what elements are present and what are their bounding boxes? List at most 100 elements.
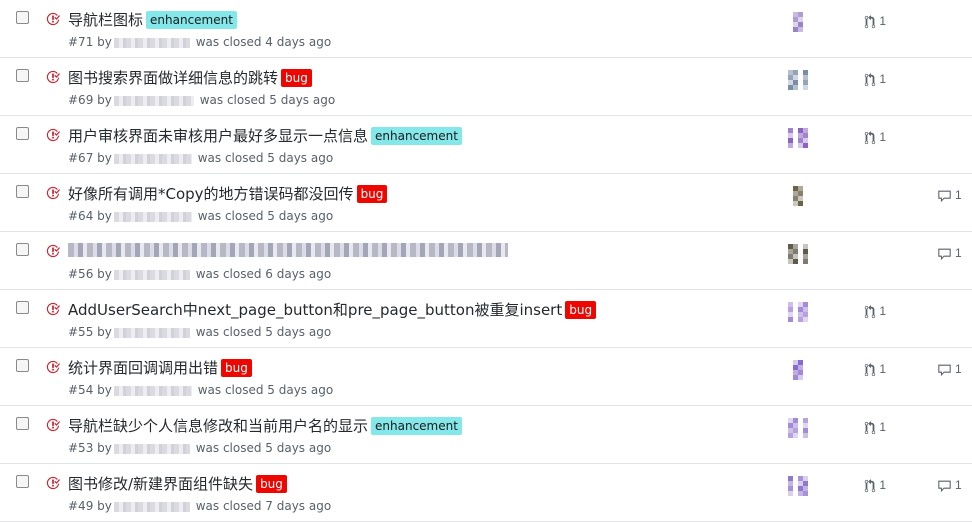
assignee-avatar[interactable] [788, 186, 810, 208]
issue-number[interactable]: #69 [68, 93, 93, 107]
closed-status: was closed 6 days ago [195, 267, 332, 281]
issue-number[interactable]: #49 [68, 499, 93, 513]
by-text: by [97, 151, 112, 165]
issue-title[interactable]: 图书搜索界面做详细信息的跳转 [68, 69, 278, 87]
issue-title[interactable]: 导航栏缺少个人信息修改和当前用户名的显示 [68, 417, 368, 435]
linked-pr[interactable]: 1 [864, 478, 886, 493]
assignee-avatar[interactable] [788, 360, 810, 382]
issue-number[interactable]: #71 [68, 35, 93, 49]
select-checkbox[interactable] [16, 185, 29, 198]
label-bug[interactable]: bug [221, 358, 252, 377]
closed-status: was closed 5 days ago [199, 93, 336, 107]
issue-row[interactable]: 图书搜索界面做详细信息的跳转 bug #69 by was closed 5 da… [0, 58, 972, 116]
issue-title[interactable]: 导航栏图标 [68, 11, 143, 29]
issue-row[interactable]: AddUserSearch中next_page_button和pre_page_… [0, 290, 972, 348]
issue-title-line: 用户审核界面未审核用户最好多显示一点信息 enhancement [68, 125, 462, 146]
issue-title[interactable]: AddUserSearch中next_page_button和pre_page_… [68, 301, 562, 319]
issue-number[interactable]: #53 [68, 441, 93, 455]
issue-number[interactable]: #55 [68, 325, 93, 339]
label-bug[interactable]: bug [256, 474, 287, 493]
issue-title-line: 图书搜索界面做详细信息的跳转 bug [68, 67, 312, 88]
issue-title[interactable]: 图书修改/新建界面组件缺失 [68, 475, 253, 493]
comment-count: 1 [955, 478, 962, 492]
comment-count: 1 [955, 188, 962, 202]
redacted-author[interactable] [113, 269, 190, 280]
issue-meta: #69 by was closed 5 days ago [68, 93, 335, 107]
issue-closed-icon [46, 244, 60, 258]
label-bug[interactable]: bug [356, 184, 388, 203]
redacted-author[interactable] [113, 153, 192, 164]
closed-status: was closed 5 days ago [197, 151, 334, 165]
issue-closed-icon [46, 360, 60, 374]
linked-pr[interactable]: 1 [864, 14, 886, 29]
redacted-author[interactable] [113, 37, 190, 48]
select-checkbox[interactable] [16, 69, 29, 82]
redacted-author[interactable] [113, 95, 194, 106]
issue-number[interactable]: #64 [68, 209, 93, 223]
select-checkbox[interactable] [16, 11, 29, 24]
issue-title[interactable]: 好像所有调用*Copy的地方错误码都没回传 [68, 185, 354, 203]
issue-meta: #71 by was closed 4 days ago [68, 35, 331, 49]
assignee-avatar[interactable] [788, 476, 810, 498]
assignee-avatar[interactable] [788, 418, 810, 440]
comments-link[interactable]: 1 [937, 188, 962, 203]
redacted-author[interactable] [113, 385, 192, 396]
label-enhancement[interactable]: enhancement [371, 416, 462, 435]
comment-icon [937, 362, 955, 376]
select-checkbox[interactable] [16, 417, 29, 430]
issue-title[interactable]: 用户审核界面未审核用户最好多显示一点信息 [68, 127, 368, 145]
linked-pr[interactable]: 1 [864, 420, 886, 435]
issue-title-line: 统计界面回调调用出错 bug [68, 357, 252, 378]
linked-pr[interactable]: 1 [864, 72, 886, 87]
assignee-avatar[interactable] [788, 244, 810, 266]
select-checkbox[interactable] [16, 243, 29, 256]
redacted-author[interactable] [113, 443, 190, 454]
by-text: by [97, 383, 112, 397]
assignee-avatar[interactable] [788, 12, 810, 34]
assignee-avatar[interactable] [788, 128, 810, 150]
issue-closed-icon [46, 418, 60, 432]
label-enhancement[interactable]: enhancement [146, 10, 237, 29]
label-enhancement[interactable]: enhancement [371, 126, 462, 145]
issue-row[interactable]: 导航栏缺少个人信息修改和当前用户名的显示 enhancement #53 by w… [0, 406, 972, 464]
issue-title-line: 导航栏图标 enhancement [68, 9, 237, 30]
issue-row[interactable]: 好像所有调用*Copy的地方错误码都没回传 bug #64 by was clos… [0, 174, 972, 232]
assignee-avatar[interactable] [788, 302, 810, 324]
redacted-author[interactable] [113, 327, 190, 338]
redacted-author[interactable] [113, 211, 192, 222]
linked-pr[interactable]: 1 [864, 130, 886, 145]
issue-meta: #64 by was closed 5 days ago [68, 209, 333, 223]
issue-row[interactable]: #56 by was closed 6 days ago 1 [0, 232, 972, 290]
git-pull-request-icon [864, 72, 876, 86]
linked-pr[interactable]: 1 [864, 304, 886, 319]
issue-title-line: 图书修改/新建界面组件缺失 bug [68, 473, 287, 494]
issue-number[interactable]: #56 [68, 267, 93, 281]
redacted-author[interactable] [113, 501, 190, 512]
issue-row[interactable]: 图书修改/新建界面组件缺失 bug #49 by was closed 7 day… [0, 464, 972, 522]
comment-icon [937, 478, 955, 492]
select-checkbox[interactable] [16, 301, 29, 314]
select-checkbox[interactable] [16, 127, 29, 140]
issue-row[interactable]: 用户审核界面未审核用户最好多显示一点信息 enhancement #67 by w… [0, 116, 972, 174]
select-checkbox[interactable] [16, 475, 29, 488]
assignee-avatar[interactable] [788, 70, 810, 92]
issue-number[interactable]: #54 [68, 383, 93, 397]
issue-row[interactable]: 统计界面回调调用出错 bug #54 by was closed 5 days a… [0, 348, 972, 406]
comments-link[interactable]: 1 [937, 362, 962, 377]
issue-number[interactable]: #67 [68, 151, 93, 165]
git-pull-request-icon [864, 420, 876, 434]
issue-row[interactable]: 导航栏图标 enhancement #71 by was closed 4 day… [0, 0, 972, 58]
git-pull-request-icon [864, 304, 876, 318]
linked-pr[interactable]: 1 [864, 362, 886, 377]
label-bug[interactable]: bug [565, 300, 597, 319]
comment-count: 1 [955, 246, 962, 260]
by-text: by [97, 325, 112, 339]
select-checkbox[interactable] [16, 359, 29, 372]
issue-title[interactable]: 统计界面回调调用出错 [68, 359, 218, 377]
closed-status: was closed 5 days ago [195, 441, 332, 455]
git-pull-request-icon [864, 14, 876, 28]
label-bug[interactable]: bug [281, 68, 312, 87]
comments-link[interactable]: 1 [937, 478, 962, 493]
comments-link[interactable]: 1 [937, 246, 962, 261]
closed-status: was closed 5 days ago [197, 383, 334, 397]
